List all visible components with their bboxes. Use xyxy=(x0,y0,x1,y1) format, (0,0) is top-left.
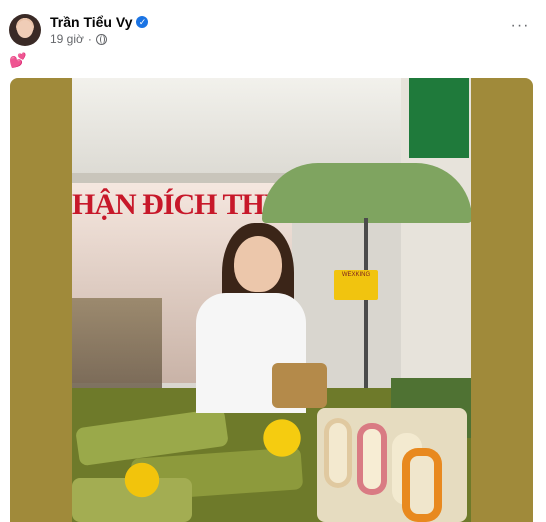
separator-dot: · xyxy=(87,32,92,46)
photo-ribbon xyxy=(112,450,172,510)
facebook-post: Trần Tiểu Vy ✓ 19 giờ · ··· 💕 HẬN ĐÍCH T… xyxy=(0,0,546,522)
author-name[interactable]: Trần Tiểu Vy xyxy=(50,14,132,30)
photo-person-face xyxy=(234,236,282,292)
photo-cake xyxy=(324,418,352,488)
photo-basket xyxy=(272,363,327,408)
verified-badge-icon: ✓ xyxy=(136,16,149,28)
photo-store-sign: WEXKING xyxy=(334,270,378,300)
post-photo[interactable]: HẬN ĐÍCH THỰC VỀ WEXKING xyxy=(72,78,471,522)
globe-icon xyxy=(95,33,107,45)
post-photo-frame[interactable]: HẬN ĐÍCH THỰC VỀ WEXKING xyxy=(10,78,533,522)
post-subline: 19 giờ · xyxy=(50,32,148,46)
post-header: Trần Tiểu Vy ✓ 19 giờ · xyxy=(9,12,149,48)
post-meta: Trần Tiểu Vy ✓ 19 giờ · xyxy=(50,14,149,46)
photo-umbrella xyxy=(262,163,471,223)
photo-green-sign xyxy=(409,78,469,158)
photo-ribbon xyxy=(247,408,317,468)
photo-shop-sign: HẬN ĐÍCH THỰC VỀ xyxy=(72,188,354,221)
avatar[interactable] xyxy=(9,14,41,46)
post-time[interactable]: 19 giờ xyxy=(50,32,84,46)
photo-cake xyxy=(402,448,442,522)
photo-cake xyxy=(357,423,387,495)
author-row: Trần Tiểu Vy ✓ xyxy=(50,14,149,30)
more-options-button[interactable]: ··· xyxy=(508,18,532,38)
heart-emoji-icon: 💕 xyxy=(9,52,27,68)
post-caption: 💕 xyxy=(9,52,26,69)
